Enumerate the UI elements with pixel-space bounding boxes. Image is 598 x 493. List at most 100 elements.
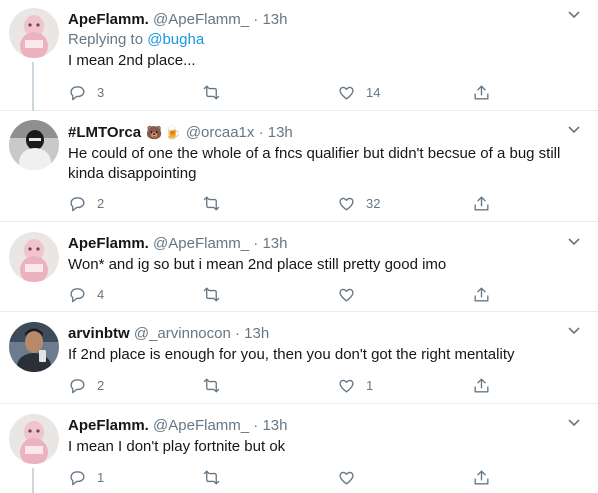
like-count: 14 [366,84,381,100]
chevron-down-icon[interactable] [566,325,582,337]
chevron-down-icon[interactable] [566,417,582,429]
reply-icon [70,378,85,393]
timestamp[interactable]: 13h [244,325,269,342]
display-name[interactable]: ApeFlamm. [68,235,149,252]
tweet[interactable]: #LMTOrca 🐻 🍺 @orcaa1x · 13h He could of o… [0,111,598,222]
tweet-text: He could of one the whole of a fncs qual… [68,145,561,182]
reply-count: 2 [97,377,105,393]
tweet-header: arvinbtw @_arvinnocon · 13h [68,324,582,344]
reply-icon [70,85,85,100]
share-icon [474,195,489,211]
reply-button[interactable]: 1 [68,466,104,488]
share-button[interactable] [472,192,491,214]
chevron-down-icon[interactable] [566,9,582,21]
reply-thread: ApeFlamm. @ApeFlamm_ · 13h Replying to @… [0,0,598,493]
share-icon [474,84,489,100]
user-handle[interactable]: @ApeFlamm_ [153,235,249,252]
user-handle[interactable]: @orcaa1x [186,124,255,141]
retweet-icon [203,377,220,393]
tweet[interactable]: ApeFlamm. @ApeFlamm_ · 13h I mean I don'… [0,404,598,493]
reply-icon [70,470,85,485]
like-button[interactable]: 1 [337,374,373,396]
reply-button[interactable]: 2 [68,192,104,214]
separator-dot: · [258,124,264,141]
chevron-down-icon[interactable] [566,124,582,136]
reply-button[interactable]: 3 [68,81,104,103]
tweet[interactable]: ApeFlamm. @ApeFlamm_ · 13h Replying to @… [0,0,598,111]
tweet[interactable]: ApeFlamm. @ApeFlamm_ · 13h Won* and ig s… [0,222,598,312]
retweet-button[interactable] [202,81,231,103]
retweet-button[interactable] [202,192,231,214]
share-icon [474,377,489,393]
retweet-button[interactable] [202,283,231,305]
tweet-header: #LMTOrca 🐻 🍺 @orcaa1x · 13h [68,123,582,143]
tweet-header: ApeFlamm. @ApeFlamm_ · 13h [68,234,582,254]
reply-count: 4 [97,286,105,302]
like-count: 32 [366,195,381,211]
display-name[interactable]: #LMTOrca [68,124,141,141]
timestamp[interactable]: 13h [262,11,287,28]
reply-button[interactable]: 2 [68,374,104,396]
separator-dot: · [253,417,259,434]
share-button[interactable] [472,81,491,103]
chevron-down-icon[interactable] [566,236,582,248]
share-button[interactable] [472,466,491,488]
avatar[interactable] [9,414,59,464]
timestamp[interactable]: 13h [262,417,287,434]
mention-link[interactable]: @bugha [147,31,204,48]
avatar-image [9,8,59,58]
retweet-icon [203,84,220,100]
tweet-text: Won* and ig so but i mean 2nd place stil… [68,256,447,273]
avatar-image [9,232,59,282]
reply-count: 2 [97,195,105,211]
timestamp[interactable]: 13h [268,124,293,141]
tweet-header: ApeFlamm. @ApeFlamm_ · 13h [68,416,582,436]
like-button[interactable] [337,466,366,488]
heart-icon [339,379,354,393]
display-name[interactable]: ApeFlamm. [68,417,149,434]
avatar[interactable] [9,120,59,170]
reply-icon [70,196,85,211]
reply-button[interactable]: 4 [68,283,104,305]
share-button[interactable] [472,374,491,396]
tweet-actions: 4 [68,283,508,305]
user-handle[interactable]: @_arvinnocon [134,325,231,342]
avatar[interactable] [9,322,59,372]
avatar-image [9,120,59,170]
heart-icon [339,288,354,302]
reply-count: 1 [97,469,105,485]
reply-count: 3 [97,84,105,100]
retweet-icon [203,469,220,485]
tweet[interactable]: arvinbtw @_arvinnocon · 13h If 2nd place… [0,312,598,404]
tweet-text: If 2nd place is enough for you, then you… [68,346,515,363]
share-icon [474,286,489,302]
display-name[interactable]: ApeFlamm. [68,11,149,28]
separator-dot: · [253,11,259,28]
tweet-actions: 3 14 [68,81,508,103]
user-handle[interactable]: @ApeFlamm_ [153,11,249,28]
tweet-text: I mean 2nd place... [68,52,196,69]
share-button[interactable] [472,283,491,305]
avatar[interactable] [9,232,59,282]
avatar-image [9,414,59,464]
like-button[interactable] [337,283,366,305]
like-button[interactable]: 14 [337,81,380,103]
retweet-icon [203,195,220,211]
heart-icon [339,471,354,485]
retweet-button[interactable] [202,466,231,488]
like-count: 1 [366,377,374,393]
timestamp[interactable]: 13h [262,235,287,252]
retweet-button[interactable] [202,374,231,396]
replying-to-label: Replying to [68,31,144,48]
like-button[interactable]: 32 [337,192,380,214]
heart-icon [339,86,354,100]
display-name[interactable]: arvinbtw [68,325,130,342]
beer-emoji: 🍺 [164,125,181,140]
tweet-actions: 2 32 [68,192,508,214]
tweet-text: I mean I don't play fortnite but ok [68,438,286,455]
share-icon [474,469,489,485]
user-handle[interactable]: @ApeFlamm_ [153,417,249,434]
thread-connector [32,468,34,493]
avatar[interactable] [9,8,59,58]
replying-to: Replying to @bugha [68,30,582,50]
